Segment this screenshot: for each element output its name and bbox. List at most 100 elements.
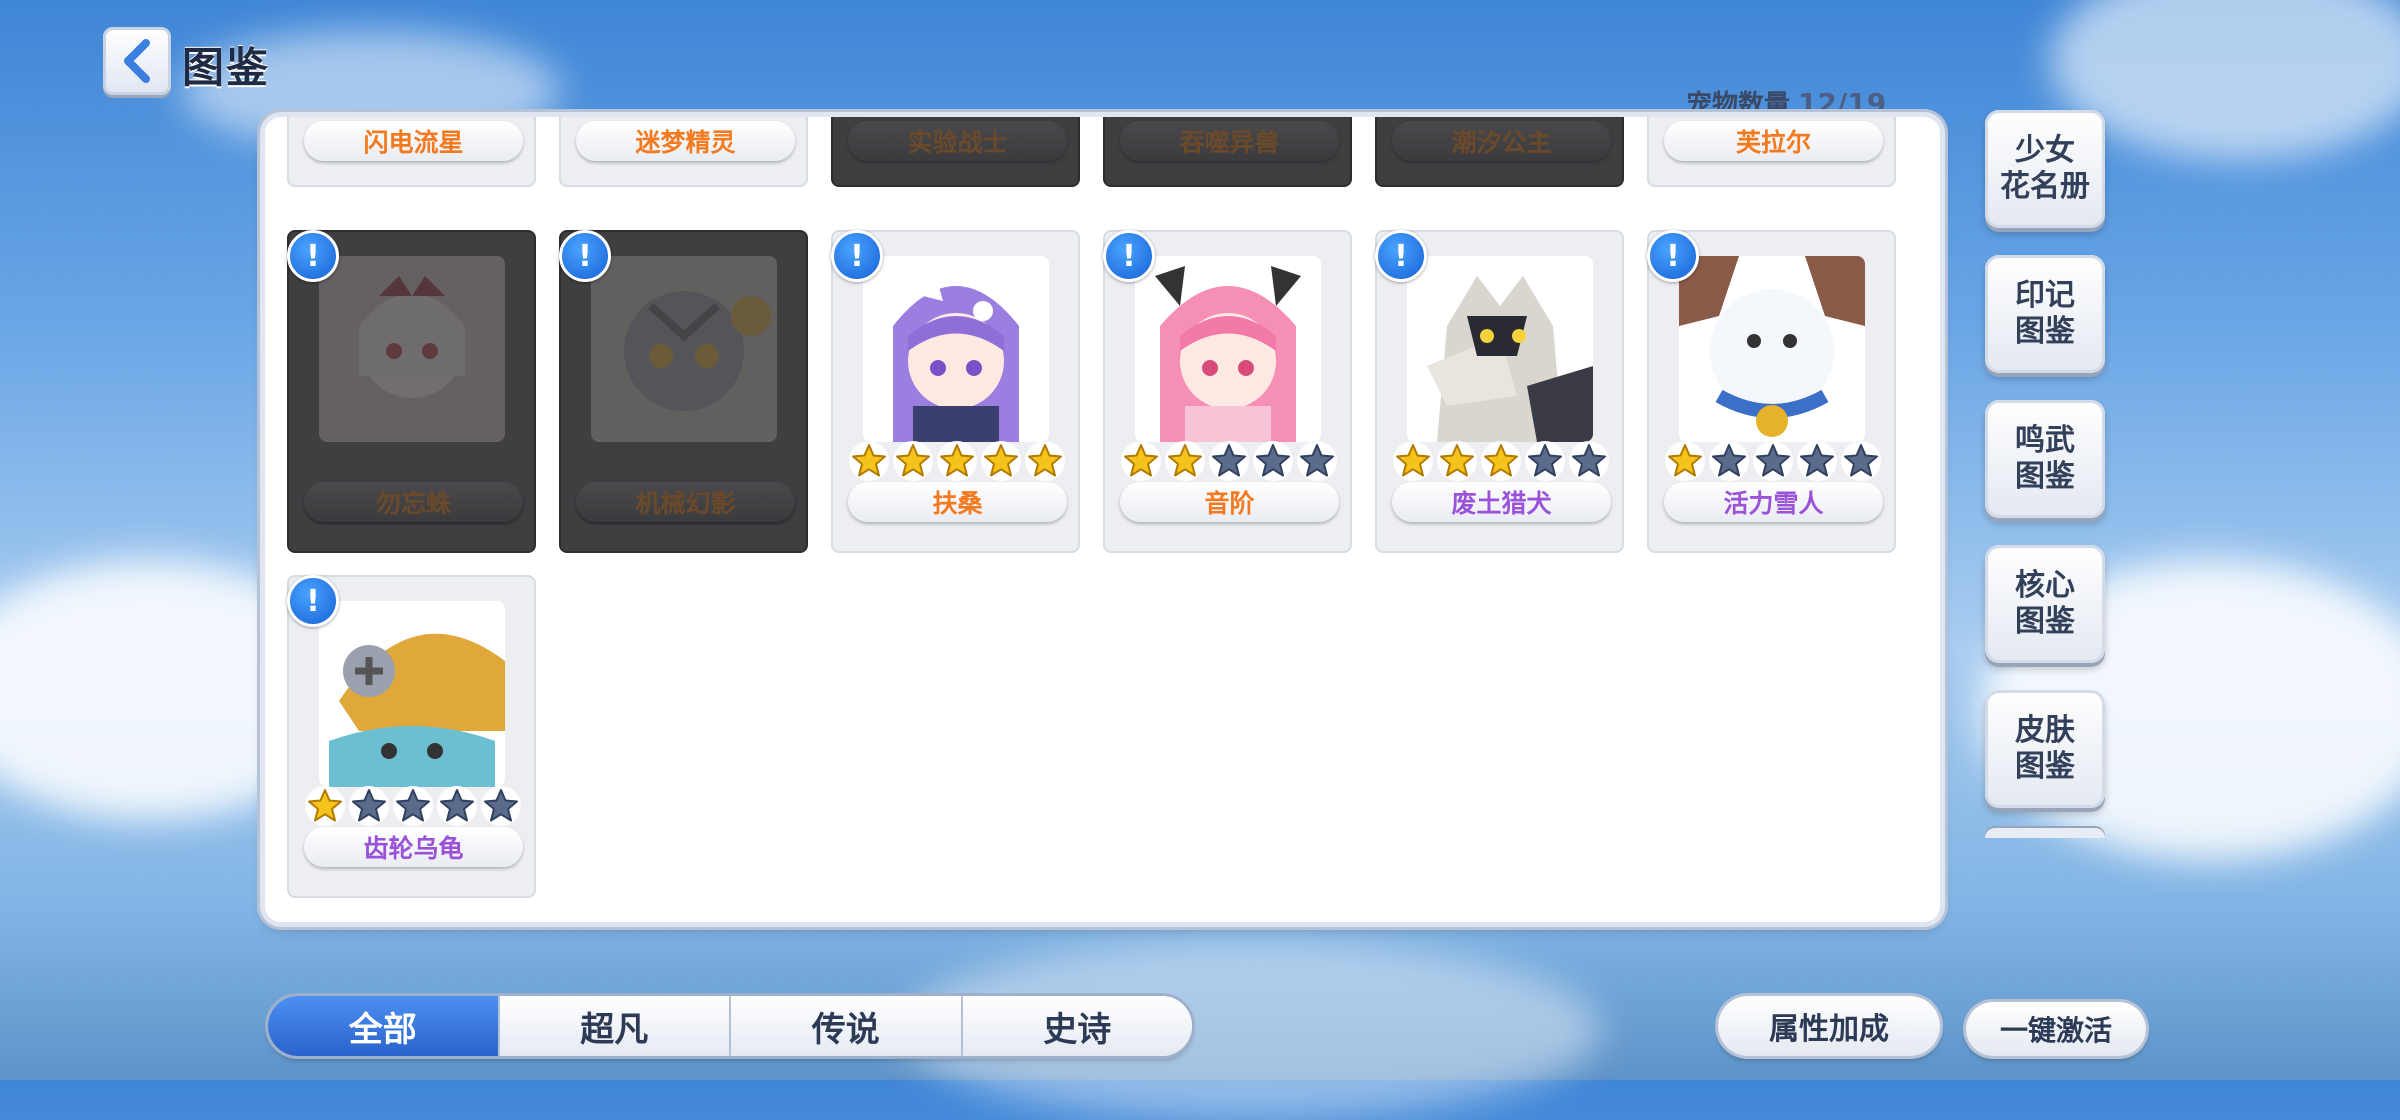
star-filled-icon — [1392, 440, 1434, 486]
pet-portrait — [319, 256, 505, 442]
star-filled-icon — [848, 440, 890, 486]
attribute-bonus-button[interactable]: 属性加成 — [1718, 996, 1940, 1056]
pet-card[interactable]: 吞噬异兽 — [1103, 117, 1352, 187]
side-button-label: 印记 — [2015, 278, 2075, 313]
pet-portrait — [1407, 256, 1593, 442]
pet-card[interactable]: 芙拉尔 — [1647, 117, 1896, 187]
alert-icon[interactable]: ! — [287, 230, 339, 282]
pet-card[interactable]: 迷梦精灵 — [559, 117, 808, 187]
star-empty-icon — [1708, 440, 1750, 486]
rarity-tabs: 全部 超凡 传说 史诗 — [268, 996, 1192, 1056]
star-empty-icon — [1252, 440, 1294, 486]
star-empty-icon — [480, 785, 522, 831]
star-filled-icon — [1480, 440, 1522, 486]
side-button-label: 花名册 — [2000, 169, 2090, 204]
star-rating — [848, 440, 1066, 486]
star-empty-icon — [1840, 440, 1882, 486]
pet-name: 迷梦精灵 — [576, 121, 795, 161]
star-rating — [1120, 440, 1338, 486]
star-empty-icon — [1752, 440, 1794, 486]
side-button-label: 图鉴 — [2015, 749, 2075, 784]
alert-icon[interactable]: ! — [1103, 230, 1155, 282]
pet-portrait — [319, 601, 505, 787]
star-rating — [1664, 440, 1882, 486]
star-filled-icon — [892, 440, 934, 486]
side-button-label: 皮肤 — [2015, 713, 2075, 748]
tab-extraordinary[interactable]: 超凡 — [499, 996, 731, 1056]
pet-portrait — [1679, 256, 1865, 442]
pet-name: 芙拉尔 — [1664, 121, 1883, 161]
pet-name: 活力雪人 — [1664, 482, 1883, 522]
pet-card[interactable]: 废土猎犬! — [1375, 230, 1624, 553]
side-button-label: 图鉴 — [2015, 314, 2075, 349]
pet-name: 扶桑 — [848, 482, 1067, 522]
pet-card[interactable]: 闪电流星 — [287, 117, 536, 187]
pet-count-label: 宠物数量 — [1686, 90, 1791, 120]
star-filled-icon — [304, 785, 346, 831]
pet-card[interactable]: 齿轮乌龟! — [287, 575, 536, 898]
pet-card[interactable]: 潮汐公主 — [1375, 117, 1624, 187]
alert-icon[interactable]: ! — [1647, 230, 1699, 282]
pet-count-value: 12/19 — [1798, 87, 1887, 120]
star-empty-icon — [1208, 440, 1250, 486]
pet-portrait — [863, 256, 1049, 442]
back-button[interactable] — [103, 27, 171, 95]
side-button-label: 核心 — [2015, 568, 2075, 603]
alert-icon[interactable]: ! — [287, 575, 339, 627]
chevron-left-icon — [124, 39, 150, 83]
pet-name: 吞噬异兽 — [1120, 121, 1339, 161]
pet-name: 齿轮乌龟 — [304, 827, 523, 867]
girl-roster-button[interactable]: 少女 花名册 — [1985, 110, 2105, 228]
star-empty-icon — [1568, 440, 1610, 486]
mark-codex-button[interactable]: 印记 图鉴 — [1985, 255, 2105, 373]
pet-name: 潮汐公主 — [1392, 121, 1611, 161]
side-button-label: 图鉴 — [2015, 604, 2075, 639]
tab-all[interactable]: 全部 — [268, 996, 500, 1056]
alert-icon[interactable]: ! — [831, 230, 883, 282]
pet-portrait — [1135, 256, 1321, 442]
pet-card[interactable]: 实验战士 — [831, 117, 1080, 187]
star-empty-icon — [1296, 440, 1338, 486]
tab-epic[interactable]: 史诗 — [962, 996, 1192, 1056]
side-button-label: 少女 — [2015, 133, 2075, 168]
pet-name: 闪电流星 — [304, 121, 523, 161]
pet-name: 废土猎犬 — [1392, 482, 1611, 522]
star-empty-icon — [348, 785, 390, 831]
star-filled-icon — [1120, 440, 1162, 486]
star-rating — [304, 785, 522, 831]
pet-card[interactable]: 扶桑! — [831, 230, 1080, 553]
pet-card[interactable]: 活力雪人! — [1647, 230, 1896, 553]
collection-panel[interactable]: 闪电流星 迷梦精灵 实验战士 吞噬异兽 潮汐公主 芙拉尔 勿忘蛛! 机械幻影! 扶桑! 音阶! 废… — [265, 117, 1940, 922]
weapon-codex-button[interactable]: 鸣武 图鉴 — [1985, 400, 2105, 518]
tab-legendary[interactable]: 传说 — [731, 996, 963, 1056]
star-filled-icon — [980, 440, 1022, 486]
pet-portrait — [591, 256, 777, 442]
alert-icon[interactable]: ! — [559, 230, 611, 282]
pet-name: 音阶 — [1120, 482, 1339, 522]
pet-name: 实验战士 — [848, 121, 1067, 161]
pet-name: 勿忘蛛 — [304, 482, 523, 522]
star-filled-icon — [1024, 440, 1066, 486]
side-button-partial[interactable] — [1985, 828, 2105, 838]
star-filled-icon — [1664, 440, 1706, 486]
pet-card[interactable]: 勿忘蛛! — [287, 230, 536, 553]
alert-icon[interactable]: ! — [1375, 230, 1427, 282]
pet-card[interactable]: 音阶! — [1103, 230, 1352, 553]
star-filled-icon — [1164, 440, 1206, 486]
star-empty-icon — [392, 785, 434, 831]
star-filled-icon — [1436, 440, 1478, 486]
star-filled-icon — [936, 440, 978, 486]
side-button-label: 图鉴 — [2015, 459, 2075, 494]
star-empty-icon — [1524, 440, 1566, 486]
star-empty-icon — [1796, 440, 1838, 486]
side-button-label: 鸣武 — [2015, 423, 2075, 458]
core-codex-button[interactable]: 核心 图鉴 — [1985, 545, 2105, 663]
pet-name: 机械幻影 — [576, 482, 795, 522]
skin-codex-button[interactable]: 皮肤 图鉴 — [1985, 690, 2105, 808]
pet-card[interactable]: 机械幻影! — [559, 230, 808, 553]
page-title: 图鉴 — [182, 43, 271, 92]
pet-count: 宠物数量 12/19 — [1686, 84, 1886, 121]
star-empty-icon — [436, 785, 478, 831]
activate-all-button[interactable]: 一键激活 — [1966, 1002, 2146, 1056]
star-rating — [1392, 440, 1610, 486]
